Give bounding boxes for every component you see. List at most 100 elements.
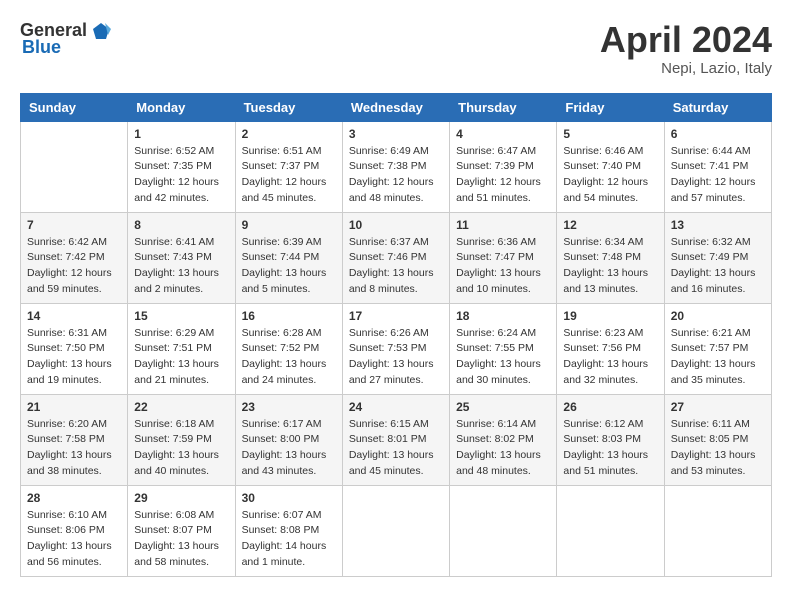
day-info: Sunrise: 6:15 AM Sunset: 8:01 PM Dayligh…	[349, 417, 443, 480]
calendar-cell	[664, 485, 771, 576]
day-info: Sunrise: 6:46 AM Sunset: 7:40 PM Dayligh…	[563, 144, 657, 207]
day-info: Sunrise: 6:14 AM Sunset: 8:02 PM Dayligh…	[456, 417, 550, 480]
calendar-cell: 12Sunrise: 6:34 AM Sunset: 7:48 PM Dayli…	[557, 212, 664, 303]
day-number: 26	[563, 400, 657, 414]
day-number: 8	[134, 218, 228, 232]
calendar-header-row: SundayMondayTuesdayWednesdayThursdayFrid…	[21, 93, 772, 121]
day-info: Sunrise: 6:31 AM Sunset: 7:50 PM Dayligh…	[27, 326, 121, 389]
day-info: Sunrise: 6:28 AM Sunset: 7:52 PM Dayligh…	[242, 326, 336, 389]
calendar-cell: 4 Sunrise: 6:47 AM Sunset: 7:39 PM Daylig…	[450, 121, 557, 212]
calendar-cell	[21, 121, 128, 212]
calendar-cell: 3 Sunrise: 6:49 AM Sunset: 7:38 PM Daylig…	[342, 121, 449, 212]
calendar-cell: 18 Sunrise: 6:24 AM Sunset: 7:55 PM Dayli…	[450, 303, 557, 394]
day-number: 7	[27, 218, 121, 232]
day-number: 17	[349, 309, 443, 323]
day-number: 6	[671, 127, 765, 141]
logo-blue-text: Blue	[22, 37, 61, 58]
day-number: 11	[456, 218, 550, 232]
calendar-week-row: 1 Sunrise: 6:52 AM Sunset: 7:35 PM Daylig…	[21, 121, 772, 212]
day-number: 18	[456, 309, 550, 323]
day-info: Sunrise: 6:44 AM Sunset: 7:41 PM Dayligh…	[671, 144, 765, 207]
calendar-cell: 29Sunrise: 6:08 AM Sunset: 8:07 PM Dayli…	[128, 485, 235, 576]
day-number: 4	[456, 127, 550, 141]
day-number: 21	[27, 400, 121, 414]
day-of-week-header: Friday	[557, 93, 664, 121]
day-info: Sunrise: 6:11 AM Sunset: 8:05 PM Dayligh…	[671, 417, 765, 480]
day-info: Sunrise: 6:18 AM Sunset: 7:59 PM Dayligh…	[134, 417, 228, 480]
day-number: 3	[349, 127, 443, 141]
day-info: Sunrise: 6:52 AM Sunset: 7:35 PM Dayligh…	[134, 144, 228, 207]
calendar-cell: 10 Sunrise: 6:37 AM Sunset: 7:46 PM Dayli…	[342, 212, 449, 303]
day-of-week-header: Thursday	[450, 93, 557, 121]
day-number: 22	[134, 400, 228, 414]
day-info: Sunrise: 6:07 AM Sunset: 8:08 PM Dayligh…	[242, 508, 336, 571]
day-number: 20	[671, 309, 765, 323]
day-number: 10	[349, 218, 443, 232]
calendar-cell: 20 Sunrise: 6:21 AM Sunset: 7:57 PM Dayli…	[664, 303, 771, 394]
logo: General Blue	[20, 20, 111, 58]
day-info: Sunrise: 6:41 AM Sunset: 7:43 PM Dayligh…	[134, 235, 228, 298]
day-info: Sunrise: 6:24 AM Sunset: 7:55 PM Dayligh…	[456, 326, 550, 389]
day-info: Sunrise: 6:42 AM Sunset: 7:42 PM Dayligh…	[27, 235, 121, 298]
calendar-cell: 7 Sunrise: 6:42 AM Sunset: 7:42 PM Daylig…	[21, 212, 128, 303]
calendar-cell	[557, 485, 664, 576]
day-of-week-header: Tuesday	[235, 93, 342, 121]
calendar-cell: 6 Sunrise: 6:44 AM Sunset: 7:41 PM Daylig…	[664, 121, 771, 212]
day-info: Sunrise: 6:17 AM Sunset: 8:00 PM Dayligh…	[242, 417, 336, 480]
day-info: Sunrise: 6:36 AM Sunset: 7:47 PM Dayligh…	[456, 235, 550, 298]
day-number: 5	[563, 127, 657, 141]
calendar-cell: 1 Sunrise: 6:52 AM Sunset: 7:35 PM Daylig…	[128, 121, 235, 212]
logo-icon	[91, 21, 111, 41]
title-section: April 2024 Nepi, Lazio, Italy	[600, 20, 772, 77]
day-info: Sunrise: 6:39 AM Sunset: 7:44 PM Dayligh…	[242, 235, 336, 298]
day-of-week-header: Saturday	[664, 93, 771, 121]
calendar-cell: 25Sunrise: 6:14 AM Sunset: 8:02 PM Dayli…	[450, 394, 557, 485]
calendar-week-row: 28 Sunrise: 6:10 AM Sunset: 8:06 PM Dayli…	[21, 485, 772, 576]
calendar-cell: 24 Sunrise: 6:15 AM Sunset: 8:01 PM Dayli…	[342, 394, 449, 485]
day-info: Sunrise: 6:23 AM Sunset: 7:56 PM Dayligh…	[563, 326, 657, 389]
calendar-cell: 21 Sunrise: 6:20 AM Sunset: 7:58 PM Dayli…	[21, 394, 128, 485]
day-info: Sunrise: 6:47 AM Sunset: 7:39 PM Dayligh…	[456, 144, 550, 207]
calendar-table: SundayMondayTuesdayWednesdayThursdayFrid…	[20, 93, 772, 577]
calendar-cell: 26 Sunrise: 6:12 AM Sunset: 8:03 PM Dayli…	[557, 394, 664, 485]
calendar-cell: 15 Sunrise: 6:29 AM Sunset: 7:51 PM Dayli…	[128, 303, 235, 394]
location: Nepi, Lazio, Italy	[600, 60, 772, 77]
calendar-cell	[342, 485, 449, 576]
day-info: Sunrise: 6:10 AM Sunset: 8:06 PM Dayligh…	[27, 508, 121, 571]
day-info: Sunrise: 6:51 AM Sunset: 7:37 PM Dayligh…	[242, 144, 336, 207]
calendar-cell: 30 Sunrise: 6:07 AM Sunset: 8:08 PM Dayli…	[235, 485, 342, 576]
calendar-week-row: 7 Sunrise: 6:42 AM Sunset: 7:42 PM Daylig…	[21, 212, 772, 303]
calendar-cell: 16 Sunrise: 6:28 AM Sunset: 7:52 PM Dayli…	[235, 303, 342, 394]
calendar-cell: 2 Sunrise: 6:51 AM Sunset: 7:37 PM Daylig…	[235, 121, 342, 212]
day-info: Sunrise: 6:12 AM Sunset: 8:03 PM Dayligh…	[563, 417, 657, 480]
day-number: 28	[27, 491, 121, 505]
calendar-cell: 5 Sunrise: 6:46 AM Sunset: 7:40 PM Daylig…	[557, 121, 664, 212]
day-info: Sunrise: 6:49 AM Sunset: 7:38 PM Dayligh…	[349, 144, 443, 207]
day-info: Sunrise: 6:29 AM Sunset: 7:51 PM Dayligh…	[134, 326, 228, 389]
day-number: 24	[349, 400, 443, 414]
day-info: Sunrise: 6:20 AM Sunset: 7:58 PM Dayligh…	[27, 417, 121, 480]
day-info: Sunrise: 6:37 AM Sunset: 7:46 PM Dayligh…	[349, 235, 443, 298]
day-number: 16	[242, 309, 336, 323]
day-number: 2	[242, 127, 336, 141]
day-of-week-header: Monday	[128, 93, 235, 121]
calendar-cell	[450, 485, 557, 576]
day-info: Sunrise: 6:26 AM Sunset: 7:53 PM Dayligh…	[349, 326, 443, 389]
day-number: 23	[242, 400, 336, 414]
calendar-cell: 8 Sunrise: 6:41 AM Sunset: 7:43 PM Daylig…	[128, 212, 235, 303]
month-title: April 2024	[600, 20, 772, 60]
calendar-cell: 17 Sunrise: 6:26 AM Sunset: 7:53 PM Dayli…	[342, 303, 449, 394]
calendar-cell: 14Sunrise: 6:31 AM Sunset: 7:50 PM Dayli…	[21, 303, 128, 394]
day-number: 13	[671, 218, 765, 232]
day-info: Sunrise: 6:21 AM Sunset: 7:57 PM Dayligh…	[671, 326, 765, 389]
day-number: 12	[563, 218, 657, 232]
calendar-cell: 9Sunrise: 6:39 AM Sunset: 7:44 PM Daylig…	[235, 212, 342, 303]
day-number: 30	[242, 491, 336, 505]
day-number: 15	[134, 309, 228, 323]
day-of-week-header: Sunday	[21, 93, 128, 121]
day-number: 1	[134, 127, 228, 141]
calendar-week-row: 21 Sunrise: 6:20 AM Sunset: 7:58 PM Dayli…	[21, 394, 772, 485]
calendar-cell: 22 Sunrise: 6:18 AM Sunset: 7:59 PM Dayli…	[128, 394, 235, 485]
day-number: 19	[563, 309, 657, 323]
calendar-cell: 23 Sunrise: 6:17 AM Sunset: 8:00 PM Dayli…	[235, 394, 342, 485]
